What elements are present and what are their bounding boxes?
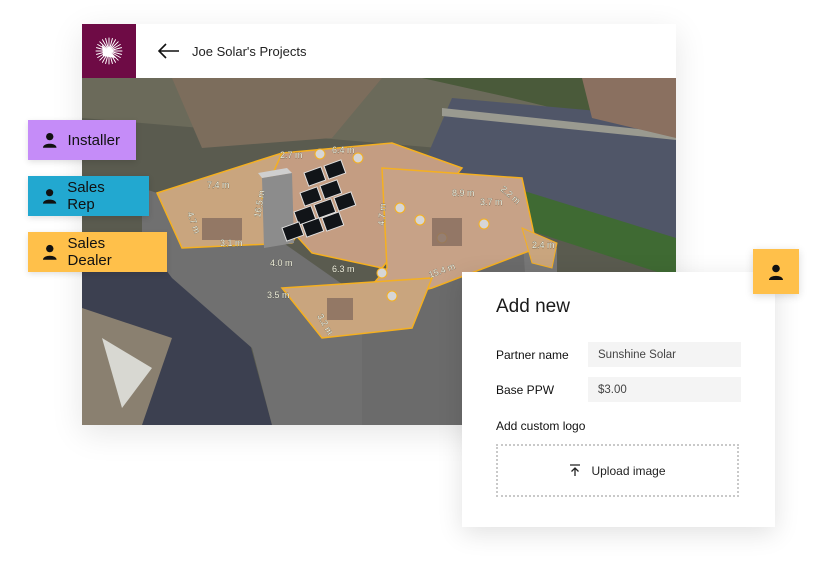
upload-icon bbox=[570, 464, 581, 476]
measurement-label: 2.7 m bbox=[280, 150, 303, 160]
role-label: Sales Rep bbox=[67, 179, 105, 213]
role-label: Installer bbox=[67, 131, 120, 149]
measurement-label: 3.7 m bbox=[480, 197, 503, 207]
role-tag-sales-dealer[interactable]: Sales Dealer bbox=[28, 232, 167, 272]
sunburst-logo-icon bbox=[95, 37, 123, 65]
measurement-label: 4.7 m bbox=[376, 203, 388, 226]
role-tag-installer[interactable]: Installer bbox=[28, 120, 136, 160]
measurement-label: 8.9 m bbox=[452, 188, 475, 198]
app-header: Joe Solar's Projects bbox=[82, 24, 676, 78]
measurement-label: 6.4 m bbox=[332, 145, 355, 155]
avatar-badge[interactable] bbox=[753, 249, 799, 294]
measurement-label: 3.5 m bbox=[267, 290, 290, 300]
upload-image-dropzone[interactable]: Upload image bbox=[496, 444, 739, 497]
base-ppw-label: Base PPW bbox=[496, 383, 555, 397]
custom-logo-label: Add custom logo bbox=[496, 419, 586, 433]
person-icon bbox=[42, 132, 57, 148]
person-icon bbox=[769, 264, 783, 280]
measurement-label: 4.0 m bbox=[270, 258, 293, 268]
page-title: Joe Solar's Projects bbox=[192, 43, 307, 59]
arrow-left-icon[interactable] bbox=[158, 43, 180, 59]
measurement-label: 6.3 m bbox=[332, 264, 355, 274]
add-new-panel: Add new Partner name Base PPW Add custom… bbox=[462, 272, 775, 527]
partner-name-field[interactable] bbox=[588, 342, 741, 367]
person-icon bbox=[42, 244, 57, 260]
panel-title: Add new bbox=[496, 296, 570, 317]
measurement-label: 2.4 m bbox=[532, 240, 555, 250]
measurement-label: 7.4 m bbox=[207, 180, 230, 190]
role-tag-sales-rep[interactable]: Sales Rep bbox=[28, 176, 149, 216]
person-icon bbox=[42, 189, 57, 204]
measurement-label: 3.1 m bbox=[220, 238, 243, 248]
upload-image-label: Upload image bbox=[591, 463, 666, 478]
base-ppw-field[interactable] bbox=[588, 377, 741, 402]
brand-logo[interactable] bbox=[82, 24, 136, 78]
role-label: Sales Dealer bbox=[67, 235, 112, 269]
partner-name-label: Partner name bbox=[496, 348, 569, 362]
